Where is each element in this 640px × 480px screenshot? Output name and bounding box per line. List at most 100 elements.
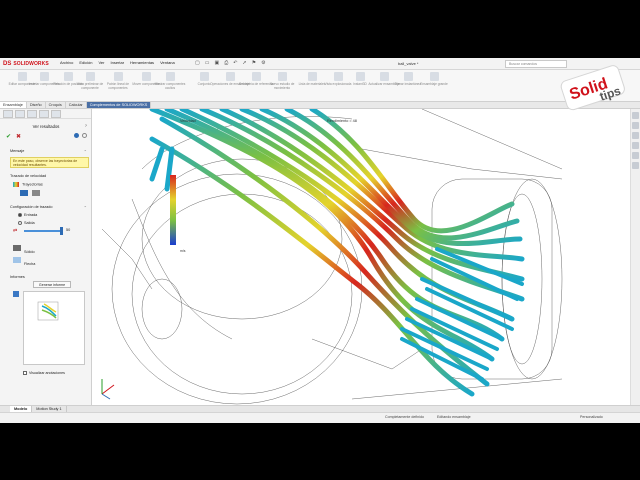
menu-edicion[interactable]: Edición [79, 60, 92, 65]
design-library-icon[interactable] [632, 132, 639, 139]
solid-tips-badge: Solid tips [560, 65, 625, 111]
config-header: Configuración de trazado [10, 205, 53, 209]
menu-ventana[interactable]: Ventana [160, 60, 175, 65]
slider-value: 50 [66, 228, 71, 232]
cut-icon[interactable] [32, 190, 41, 196]
document-title: ball_valve * [398, 61, 419, 66]
tab-calcular[interactable]: Calcular [66, 102, 87, 108]
flow-trajectories-scene [101, 109, 563, 405]
quick-access-toolbar: ▢ ▭ ▣ ⎙ ↶ ➚ ⚑ ⚙ [195, 60, 266, 66]
new-icon[interactable]: ▢ [195, 60, 200, 66]
configuration-tab[interactable] [27, 110, 37, 118]
report-thumbnail [23, 291, 85, 365]
brand-ds: DS [3, 61, 12, 67]
title-bar: DS SOLIDWORKS Archivo Edición Ver Insert… [0, 58, 640, 70]
graphics-viewport[interactable]: Velocidad m/s Rendimiento = 48 [92, 109, 630, 405]
property-manager-tab[interactable] [15, 110, 25, 118]
motion-study-icon [277, 72, 287, 81]
status-bar: Completamente definido Editando ensambla… [0, 412, 640, 423]
tab-complementos[interactable]: Complementos de SOLIDWORKS [86, 102, 152, 108]
tab-ensamblaje[interactable]: Ensamblaje [0, 102, 27, 108]
status-units[interactable]: Personalizado [580, 415, 603, 419]
velocity-legend-bar [170, 175, 176, 245]
snapshot-icon [403, 72, 413, 81]
radio-on [18, 213, 22, 217]
custom-properties-icon[interactable] [632, 162, 639, 169]
brand-name: SOLIDWORKS [13, 61, 49, 67]
show-annotations-option[interactable]: Visualizar anotaciones [23, 371, 65, 376]
view-triad-icon [101, 379, 115, 400]
linear-pattern-icon [113, 72, 123, 81]
message-box: En este paso, observe las trayectorias d… [10, 157, 89, 168]
status-defined: Completamente definido [385, 415, 424, 419]
slider-handle[interactable] [60, 227, 63, 235]
assembly-icon [199, 72, 209, 81]
reference-geometry-icon [251, 72, 261, 81]
dimxpert-tab[interactable] [39, 110, 49, 118]
report-icon [13, 291, 19, 297]
prev-icon[interactable] [82, 133, 87, 138]
config-inlet-option[interactable]: Entrada [18, 213, 37, 217]
command-manager-ribbon: Editar componente Insertar componentes R… [0, 70, 640, 102]
menu-bar: Archivo Edición Ver Insertar Herramienta… [60, 60, 175, 65]
menu-herramientas[interactable]: Herramientas [130, 60, 154, 65]
assembly-features-icon [225, 72, 235, 81]
help-icon[interactable]: ? [85, 123, 87, 128]
property-manager-panel: Ver resultados ? ✔ ✖ Mensaje ⌃ En este p… [0, 109, 92, 405]
collapse-icon[interactable]: ⌃ [84, 205, 87, 210]
draw-solid-option[interactable] [13, 245, 24, 251]
solidworks-window: DS SOLIDWORKS Archivo Edición Ver Insert… [0, 58, 640, 423]
rebuild-icon[interactable]: ⚑ [252, 60, 256, 66]
checkbox [23, 371, 27, 376]
message-header: Mensaje [10, 149, 25, 153]
radio-off [18, 221, 22, 225]
panel-title: Ver resultados [32, 124, 60, 129]
view-label: Rendimiento = 48 [327, 119, 357, 123]
draw-arrow-option[interactable] [13, 257, 24, 263]
trajectory-item[interactable]: Trayectorias [13, 182, 43, 187]
ribbon-large-assembly[interactable]: Ensamblaje grande [414, 72, 454, 100]
trajectory-tubes [149, 109, 525, 397]
draw-arrow-label: Flecha [24, 262, 36, 266]
feature-tree-tab[interactable] [3, 110, 13, 118]
open-icon[interactable]: ▭ [205, 60, 210, 66]
generate-report-button[interactable]: Generar informe [33, 281, 71, 288]
print-icon[interactable]: ⎙ [224, 60, 228, 66]
report-header: Informes [10, 275, 25, 279]
menu-archivo[interactable]: Archivo [60, 60, 73, 65]
tab-croquis[interactable]: Croquis [46, 102, 66, 108]
color-icon[interactable] [20, 190, 28, 196]
draw-solid-label: Sólido [24, 250, 35, 254]
menu-insertar[interactable]: Insertar [110, 60, 124, 65]
trajectory-options [20, 190, 43, 196]
outlet-tubes [400, 247, 524, 381]
task-pane-strip [630, 109, 640, 405]
select-icon[interactable]: ➚ [242, 60, 246, 66]
solidworks-logo[interactable]: DS SOLIDWORKS [3, 59, 49, 69]
tab-diseno[interactable]: Diseño [27, 102, 46, 108]
solid-style-icon [13, 245, 21, 251]
undo-icon[interactable]: ↶ [233, 60, 237, 66]
report-preview-image [37, 301, 59, 321]
show-hidden-icon [165, 72, 175, 81]
collapse-icon[interactable]: ⌃ [84, 149, 87, 154]
save-icon[interactable]: ▣ [214, 60, 219, 66]
panel-action-buttons: ✔ ✖ [6, 133, 21, 140]
display-manager-tab[interactable] [51, 110, 61, 118]
large-assembly-icon [429, 72, 439, 81]
options-icon[interactable]: ⚙ [261, 60, 265, 66]
cancel-button[interactable]: ✖ [16, 133, 21, 140]
count-icon: ⇄ [13, 228, 18, 234]
legend-unit: m/s [180, 249, 186, 253]
trajectory-icon [13, 182, 19, 187]
config-outlet-option[interactable]: Salida [18, 221, 35, 225]
ok-button[interactable]: ✔ [6, 133, 11, 140]
resources-icon[interactable] [632, 122, 639, 129]
file-explorer-icon[interactable] [632, 142, 639, 149]
appearances-icon[interactable] [632, 152, 639, 159]
menu-ver[interactable]: Ver [98, 60, 104, 65]
legend-title: Velocidad [180, 119, 196, 123]
trajectory-header: Trazado de velocidad [10, 174, 47, 178]
next-icon[interactable] [74, 133, 79, 138]
trajectory-count-slider[interactable] [24, 230, 62, 232]
